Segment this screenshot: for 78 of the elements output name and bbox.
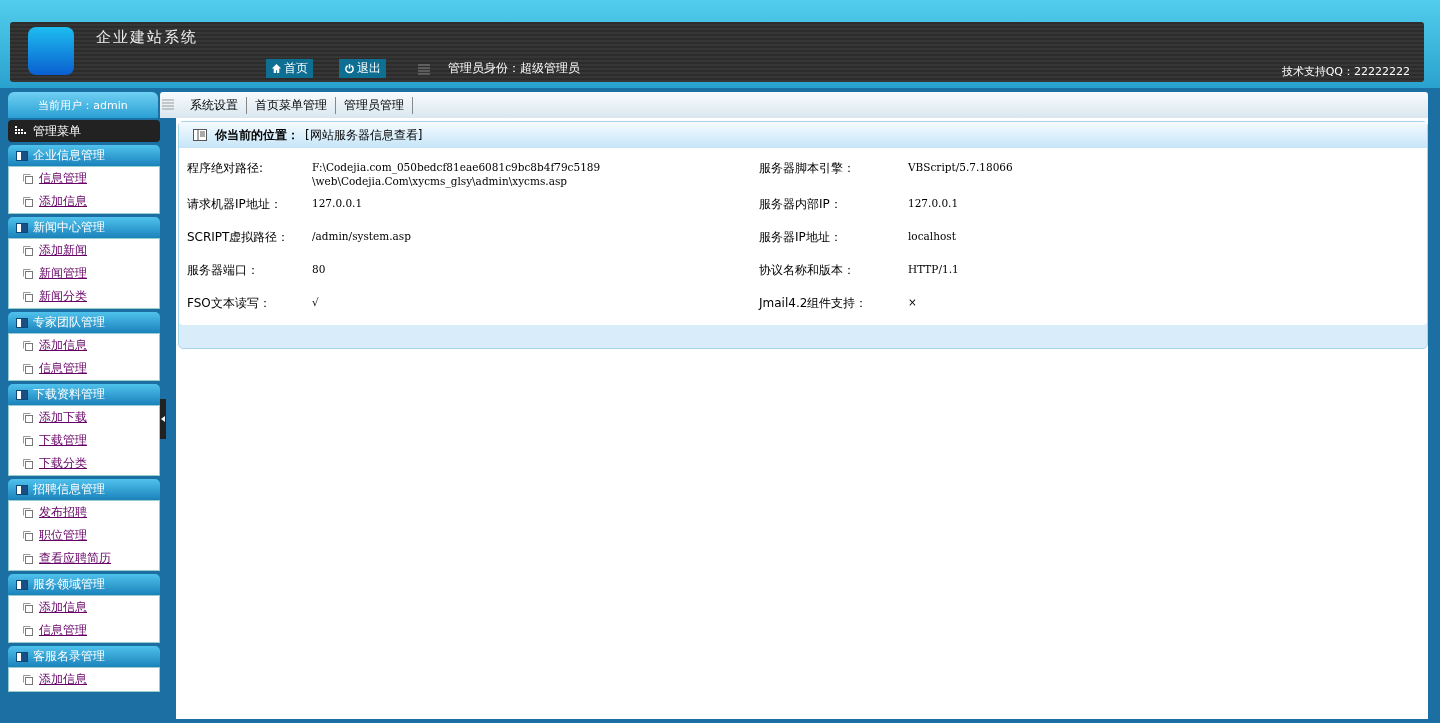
menu-link[interactable]: 添加下载 xyxy=(39,409,87,426)
field-value: × xyxy=(908,295,918,309)
field-label: 请求机器IP地址： xyxy=(187,196,283,213)
site-title: 企业建站系统 xyxy=(96,28,199,47)
page-icon xyxy=(23,674,33,685)
menu-link[interactable]: 信息管理 xyxy=(39,360,87,377)
menu-link[interactable]: 新闻分类 xyxy=(39,288,87,305)
panel-icon xyxy=(16,389,28,400)
page-icon xyxy=(23,412,33,423)
field-value: √ xyxy=(312,295,320,309)
field-label: Jmail4.2组件支持： xyxy=(759,295,869,312)
menu-link[interactable]: 下载分类 xyxy=(39,455,87,472)
field-label: 服务器脚本引擎： xyxy=(759,160,856,177)
field-value: 127.0.0.1 xyxy=(908,196,960,210)
panel-icon xyxy=(193,129,207,141)
field-value: 80 xyxy=(312,262,327,276)
nav-tab[interactable]: 系统设置 xyxy=(182,96,247,114)
panel-icon xyxy=(16,484,28,495)
list-icon xyxy=(162,98,174,112)
page-icon xyxy=(23,435,33,446)
menu-link[interactable]: 下载管理 xyxy=(39,432,87,449)
field-value: HTTP/1.1 xyxy=(908,262,960,276)
panel-icon xyxy=(16,222,28,233)
menu-link[interactable]: 信息管理 xyxy=(39,170,87,187)
nav-tab[interactable]: 管理员管理 xyxy=(336,96,413,114)
page-icon xyxy=(23,507,33,518)
page-icon xyxy=(23,602,33,613)
location-label: 你当前的位置： xyxy=(215,126,299,144)
field-value: 127.0.0.1 xyxy=(312,196,364,210)
page-icon xyxy=(23,530,33,541)
field-label: 服务器端口： xyxy=(187,262,260,279)
page-icon xyxy=(23,245,33,256)
location-text: [网站服务器信息查看] xyxy=(305,126,423,144)
page-icon xyxy=(23,340,33,351)
home-button[interactable]: 首页 xyxy=(266,59,313,78)
collapse-handle-icon[interactable] xyxy=(160,398,166,439)
admin-role-text: 管理员身份：超级管理员 xyxy=(448,60,580,77)
logo-icon xyxy=(28,27,74,75)
page-icon xyxy=(23,173,33,184)
menu-link[interactable]: 添加新闻 xyxy=(39,242,87,259)
menu-link[interactable]: 发布招聘 xyxy=(39,504,87,521)
panel-icon xyxy=(16,317,28,328)
page-icon xyxy=(23,196,33,207)
panel-icon xyxy=(16,579,28,590)
menu-link[interactable]: 信息管理 xyxy=(39,622,87,639)
page-icon xyxy=(23,363,33,374)
menu-title-text: 管理菜单 xyxy=(33,122,81,140)
power-icon xyxy=(344,63,355,74)
field-value: F:\Codejia.com_050bedcf81eae6081c9bc8b4f79c5189 \web\Codejia.Com\xycms_glsy\admin\xycms.asp xyxy=(312,160,602,188)
page-icon xyxy=(23,268,33,279)
menu-link[interactable]: 新闻管理 xyxy=(39,265,87,282)
support-text: 技术支持QQ：22222222 xyxy=(1281,64,1410,79)
field-value: VBScript/5.7.18066 xyxy=(908,160,1014,174)
page-icon xyxy=(23,553,33,564)
field-label: 服务器IP地址： xyxy=(759,229,843,246)
field-label: 服务器内部IP： xyxy=(759,196,843,213)
field-label: FSO文本读写： xyxy=(187,295,272,312)
page-icon xyxy=(23,291,33,302)
panel-icon xyxy=(16,150,28,161)
grid-icon xyxy=(14,126,28,136)
nav-tab[interactable]: 首页菜单管理 xyxy=(247,96,336,114)
logout-button[interactable]: 退出 xyxy=(339,59,386,78)
field-value: localhost xyxy=(908,229,957,243)
field-label: 程序绝对路径: xyxy=(187,160,265,177)
menu-link[interactable]: 添加信息 xyxy=(39,337,87,354)
home-icon xyxy=(271,63,282,74)
page-icon xyxy=(23,458,33,469)
list-icon xyxy=(418,62,430,75)
menu-link[interactable]: 添加信息 xyxy=(39,671,87,688)
menu-link[interactable]: 添加信息 xyxy=(39,599,87,616)
field-label: SCRIPT虚拟路径： xyxy=(187,229,291,246)
menu-link[interactable]: 查看应聘简历 xyxy=(39,550,111,567)
menu-link[interactable]: 添加信息 xyxy=(39,193,87,210)
field-value: /admin/system.asp xyxy=(312,229,412,243)
menu-link[interactable]: 职位管理 xyxy=(39,527,87,544)
field-label: 协议名称和版本： xyxy=(759,262,856,279)
panel-icon xyxy=(16,651,28,662)
page-icon xyxy=(23,625,33,636)
